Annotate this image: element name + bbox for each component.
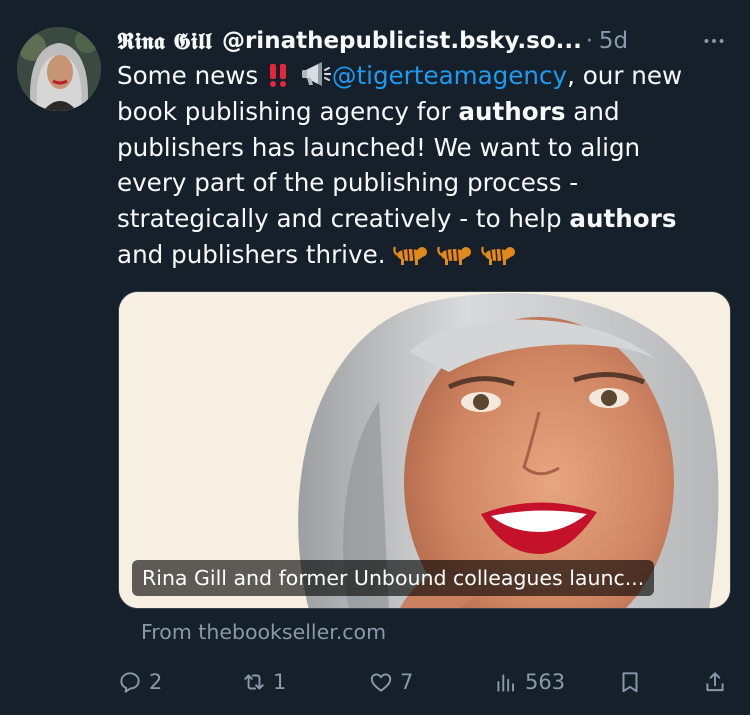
reply-bubble-icon: [120, 672, 140, 693]
tweet-header: 𝕽𝖎𝖓𝖆 𝕲𝖎𝖑𝖑 @rinathepublicist.bsky.so... ·…: [117, 24, 742, 58]
author-handle[interactable]: @rinathepublicist.bsky.so...: [222, 28, 582, 54]
reply-button[interactable]: 2: [117, 665, 162, 699]
action-bar: 2 1 7 563: [117, 665, 742, 699]
tweet[interactable]: 𝕽𝖎𝖓𝖆 𝕲𝖎𝖑𝖑 @rinathepublicist.bsky.so... ·…: [0, 0, 750, 715]
text-segment: and: [565, 96, 620, 126]
link-source[interactable]: From thebookseller.com: [141, 620, 386, 644]
share-button[interactable]: [702, 665, 734, 699]
tweet-text-line: publishers has launched! We want to alig…: [117, 132, 641, 162]
mention-link[interactable]: @tigerteamagency: [332, 61, 567, 90]
reply-count: 2: [149, 670, 163, 694]
megaphone-emoji-icon: [300, 60, 332, 98]
tweet-text-line: book publishing agency for authors and: [117, 94, 727, 130]
tweet-text-line: and publishers thrive.: [117, 237, 727, 273]
double-exclamation-emoji-icon: [266, 62, 292, 98]
more-dots-icon[interactable]: [696, 26, 732, 56]
text-segment: book publishing agency for: [117, 96, 459, 126]
tweet-text: Some news @tigerteamagency, our new book…: [117, 58, 727, 273]
text-segment: , our new: [567, 61, 683, 90]
text-segment: Some news: [117, 61, 259, 90]
like-button[interactable]: 7: [368, 665, 413, 699]
link-preview-card[interactable]: Rina Gill and former Unbound colleagues …: [118, 291, 731, 609]
views-button[interactable]: 563: [493, 665, 565, 699]
text-segment: and publishers thrive.: [117, 239, 386, 269]
share-upload-icon: [706, 672, 724, 692]
view-count: 563: [525, 670, 566, 694]
like-count: 7: [400, 670, 414, 694]
repost-count: 1: [273, 670, 287, 694]
tiger-emoji-icon: [437, 241, 473, 277]
bookmark-icon: [622, 672, 638, 693]
link-card-caption: Rina Gill and former Unbound colleagues …: [132, 560, 655, 596]
heart-icon: [370, 673, 392, 692]
text-segment: strategically and creatively - to help: [117, 204, 570, 234]
tweet-timestamp[interactable]: 5d: [599, 28, 628, 54]
tweet-text-line: Some news @tigerteamagency, our new: [117, 58, 727, 94]
tweet-text-line: every part of the publishing process -: [117, 168, 579, 198]
tweet-text-line: strategically and creatively - to help a…: [117, 201, 727, 237]
repost-button[interactable]: 1: [241, 665, 286, 699]
bold-text: authors: [458, 96, 566, 126]
repost-arrows-icon: [244, 674, 264, 690]
author-display-name[interactable]: 𝕽𝖎𝖓𝖆 𝕲𝖎𝖑𝖑: [117, 28, 212, 55]
avatar[interactable]: [17, 27, 101, 111]
header-separator: ·: [585, 28, 593, 54]
tiger-emoji-icon: [393, 241, 429, 277]
analytics-bars-icon: [497, 674, 515, 692]
avatar-photo: [17, 27, 101, 111]
tiger-emoji-icon: [481, 241, 517, 277]
bold-text: authors: [569, 204, 677, 234]
bookmark-button[interactable]: [617, 665, 649, 699]
